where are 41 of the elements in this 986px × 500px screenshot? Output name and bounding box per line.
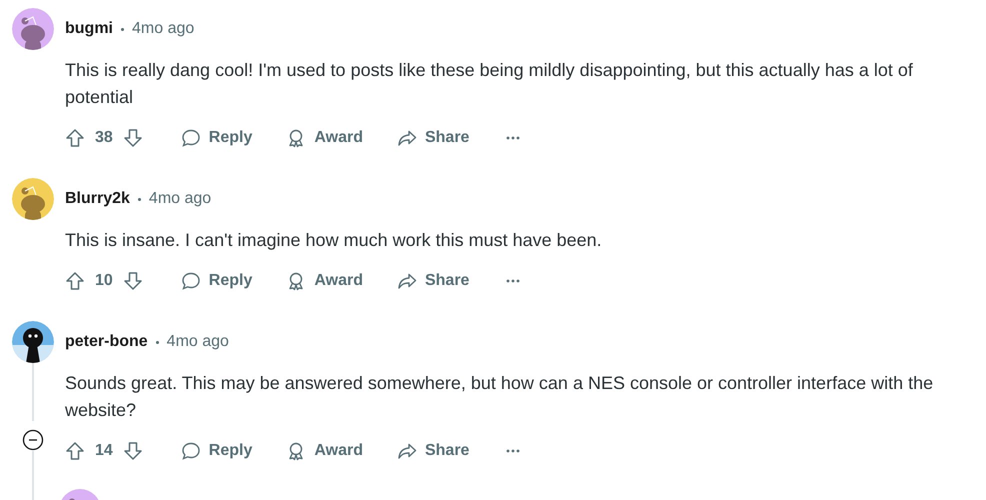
separator-dot	[156, 340, 159, 344]
share-arrow-icon	[396, 128, 417, 148]
separator-dot	[121, 28, 124, 30]
action-button[interactable]: Share	[386, 435, 480, 467]
more-options-icon[interactable]	[505, 449, 522, 453]
share-arrow-icon	[396, 271, 417, 291]
collapse-thread-icon[interactable]	[22, 429, 44, 451]
upvote-icon[interactable]	[65, 441, 85, 461]
username[interactable]: peter-bone	[65, 333, 148, 351]
speech-bubble-icon	[180, 128, 201, 148]
avatar[interactable]	[12, 321, 54, 363]
comment-text: This is really dang cool! I'm used to posts like these being mildly disappointing, but this actually has a lot of potential	[65, 59, 914, 109]
action-button[interactable]: Award	[276, 265, 373, 297]
upvote-icon[interactable]	[65, 271, 85, 291]
speech-bubble-icon	[180, 271, 201, 291]
timestamp: 4mo ago	[166, 333, 229, 351]
vote-count: 14	[95, 442, 113, 460]
timestamp: 4mo ago	[132, 20, 194, 38]
downvote-icon[interactable]	[122, 441, 143, 461]
action-button[interactable]: Reply	[170, 122, 262, 154]
timestamp: 4mo ago	[148, 190, 212, 208]
action-button[interactable]: Award	[276, 435, 373, 467]
action-button[interactable]: Award	[276, 122, 373, 154]
action-button[interactable]: Share	[386, 122, 480, 154]
action-button[interactable]: Reply	[170, 435, 262, 467]
action-button[interactable]: Reply	[170, 265, 262, 297]
share-arrow-icon	[396, 441, 417, 461]
action-button[interactable]: Share	[386, 265, 480, 297]
speech-bubble-icon	[180, 441, 201, 461]
comment-text: This is insane. I can't imagine how much work this must have been.	[65, 229, 603, 252]
downvote-icon[interactable]	[122, 128, 143, 148]
vote-count: 38	[95, 129, 113, 147]
comment-text: Sounds great. This may be answered somewhere, but how can a NES console or controller interface with the website?	[65, 372, 934, 422]
username[interactable]: Blurry2k	[65, 190, 130, 208]
vote-count: 10	[95, 272, 113, 290]
upvote-icon[interactable]	[65, 128, 85, 148]
username[interactable]: bugmi	[65, 20, 113, 38]
more-options-icon[interactable]	[505, 279, 522, 283]
separator-dot	[138, 198, 141, 200]
more-options-icon[interactable]	[505, 136, 522, 140]
downvote-icon[interactable]	[122, 271, 143, 291]
